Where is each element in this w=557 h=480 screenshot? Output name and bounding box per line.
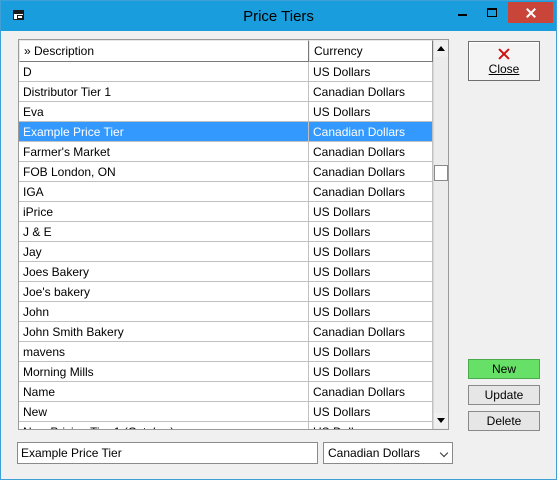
table-row[interactable]: iPrice US Dollars <box>19 202 433 222</box>
currency-dropdown-value: Canadian Dollars <box>328 446 421 460</box>
currency-cell[interactable]: US Dollars <box>309 62 433 82</box>
table-row[interactable]: Distributor Tier 1 Canadian Dollars <box>19 82 433 102</box>
currency-cell[interactable]: US Dollars <box>309 202 433 222</box>
table-row[interactable]: Jay US Dollars <box>19 242 433 262</box>
description-cell[interactable]: Joes Bakery <box>19 262 309 282</box>
currency-cell[interactable]: Canadian Dollars <box>309 82 433 102</box>
table-row[interactable]: J & E US Dollars <box>19 222 433 242</box>
description-field[interactable]: Example Price Tier <box>17 442 318 464</box>
description-cell[interactable]: John Smith Bakery <box>19 322 309 342</box>
description-cell[interactable]: Distributor Tier 1 <box>19 82 309 102</box>
table-row[interactable]: FOB London, ON Canadian Dollars <box>19 162 433 182</box>
description-cell[interactable]: John <box>19 302 309 322</box>
description-cell[interactable]: D <box>19 62 309 82</box>
close-button[interactable]: Close <box>468 41 540 81</box>
description-cell[interactable]: Eva <box>19 102 309 122</box>
minimize-icon[interactable] <box>449 4 476 23</box>
close-button-label: Close <box>488 62 520 76</box>
description-cell[interactable]: mavens <box>19 342 309 362</box>
delete-button[interactable]: Delete <box>468 411 540 431</box>
maximize-icon[interactable] <box>479 4 506 23</box>
description-cell[interactable]: Joe's bakery <box>19 282 309 302</box>
new-button[interactable]: New <box>468 359 540 379</box>
table-row[interactable]: New Pricing Tier 1 (October)US Dollars <box>19 422 433 429</box>
currency-cell[interactable]: US Dollars <box>309 222 433 242</box>
update-button[interactable]: Update <box>468 385 540 405</box>
close-icon[interactable] <box>508 2 553 23</box>
currency-cell[interactable]: US Dollars <box>309 262 433 282</box>
arrow-down-icon <box>437 418 445 423</box>
currency-cell[interactable]: Canadian Dollars <box>309 122 433 142</box>
grid-header: » Description Currency <box>19 40 433 62</box>
table-row[interactable]: Joes Bakery US Dollars <box>19 262 433 282</box>
table-row[interactable]: Farmer's Market Canadian Dollars <box>19 142 433 162</box>
description-cell[interactable]: Name <box>19 382 309 402</box>
currency-cell[interactable]: Canadian Dollars <box>309 322 433 342</box>
currency-cell[interactable]: US Dollars <box>309 302 433 322</box>
price-tiers-window: Price Tiers » Description Currency D US D… <box>0 0 557 480</box>
grid-rows: D US Dollars Distributor Tier 1 Canadian Do… <box>19 62 433 429</box>
description-cell[interactable]: Jay <box>19 242 309 262</box>
scrollbar-thumb[interactable] <box>434 165 448 181</box>
description-cell[interactable]: New Pricing Tier 1 (October) <box>19 422 309 429</box>
currency-cell[interactable]: US Dollars <box>309 282 433 302</box>
currency-cell[interactable]: US Dollars <box>309 362 433 382</box>
table-row[interactable]: Name Canadian Dollars <box>19 382 433 402</box>
description-cell[interactable]: FOB London, ON <box>19 162 309 182</box>
table-row[interactable]: Eva US Dollars <box>19 102 433 122</box>
currency-cell[interactable]: Canadian Dollars <box>309 142 433 162</box>
description-cell[interactable]: Example Price Tier <box>19 122 309 142</box>
table-row[interactable]: John Smith Bakery Canadian Dollars <box>19 322 433 342</box>
title-bar[interactable]: Price Tiers <box>1 1 556 31</box>
close-x-icon <box>497 47 511 61</box>
scroll-up-button[interactable] <box>434 42 448 57</box>
description-cell[interactable]: Morning Mills <box>19 362 309 382</box>
currency-dropdown[interactable]: Canadian Dollars <box>323 442 453 464</box>
vertical-scrollbar[interactable] <box>433 40 448 429</box>
table-row[interactable]: mavens US Dollars <box>19 342 433 362</box>
currency-cell[interactable]: Canadian Dollars <box>309 162 433 182</box>
table-row[interactable]: John US Dollars <box>19 302 433 322</box>
description-cell[interactable]: IGA <box>19 182 309 202</box>
price-tiers-grid[interactable]: » Description Currency D US Dollars Distri… <box>18 39 449 430</box>
currency-cell[interactable]: Canadian Dollars <box>309 382 433 402</box>
currency-cell[interactable]: US Dollars <box>309 342 433 362</box>
table-row[interactable]: IGA Canadian Dollars <box>19 182 433 202</box>
scroll-down-button[interactable] <box>434 413 448 428</box>
table-row[interactable]: Morning Mills US Dollars <box>19 362 433 382</box>
currency-cell[interactable]: US Dollars <box>309 402 433 422</box>
description-cell[interactable]: New <box>19 402 309 422</box>
arrow-up-icon <box>437 46 445 51</box>
table-row[interactable]: Joe's bakery US Dollars <box>19 282 433 302</box>
column-header-currency[interactable]: Currency <box>309 40 433 62</box>
table-row[interactable]: D US Dollars <box>19 62 433 82</box>
column-header-description[interactable]: » Description <box>19 40 309 62</box>
description-cell[interactable]: J & E <box>19 222 309 242</box>
chevron-down-icon[interactable] <box>439 448 449 458</box>
table-row[interactable]: Example Price Tier Canadian Dollars <box>19 122 433 142</box>
currency-cell[interactable]: Canadian Dollars <box>309 182 433 202</box>
currency-cell[interactable]: US Dollars <box>309 422 433 429</box>
table-row[interactable]: New US Dollars <box>19 402 433 422</box>
currency-cell[interactable]: US Dollars <box>309 102 433 122</box>
description-cell[interactable]: iPrice <box>19 202 309 222</box>
description-cell[interactable]: Farmer's Market <box>19 142 309 162</box>
currency-cell[interactable]: US Dollars <box>309 242 433 262</box>
